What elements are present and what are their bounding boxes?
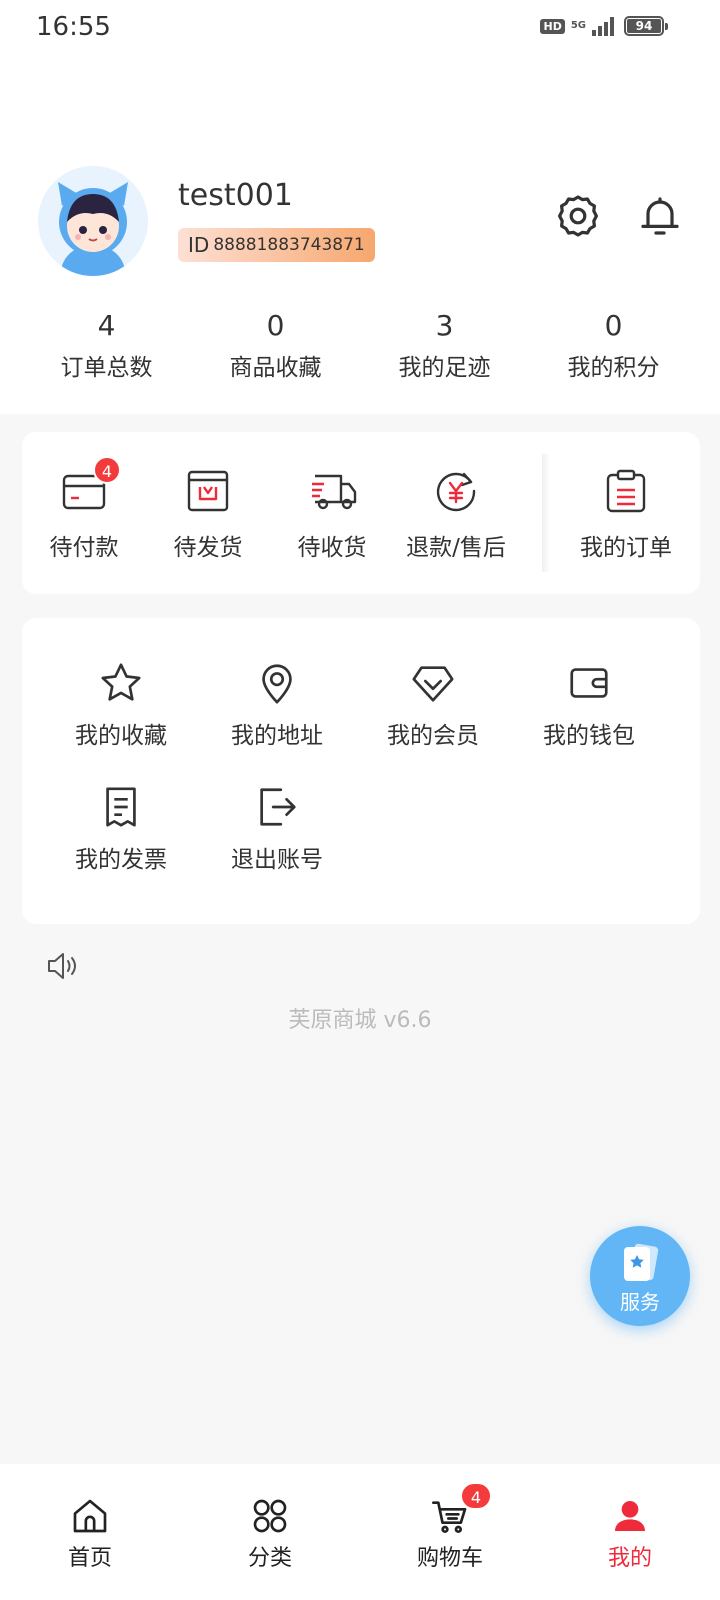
network-type: 5G [570, 20, 586, 31]
tab-label: 首页 [67, 1546, 112, 1571]
stat-value: 4 [97, 309, 116, 342]
location-pin-icon [254, 660, 300, 706]
status-bar: 16:55 HD 5G 94 [0, 0, 720, 56]
tool-wallet[interactable]: 我的钱包 [510, 660, 668, 750]
stat-points[interactable]: 0 我的积分 [529, 306, 698, 396]
wallet-card-icon: 4 [61, 456, 121, 514]
status-icons: HD 5G 94 [540, 16, 668, 36]
diamond-icon [410, 660, 456, 706]
tab-label: 分类 [247, 1546, 292, 1571]
cart-badge: 4 [460, 1482, 492, 1510]
order-label: 待付款 [49, 535, 119, 561]
tools-card: 我的收藏 我的地址 我的会员 我的钱包 我的发票 退出账号 [22, 618, 700, 924]
wallet-icon [566, 660, 612, 706]
tool-label: 我的收藏 [75, 723, 167, 749]
tab-label: 我的 [607, 1546, 652, 1571]
divider [542, 454, 550, 572]
tab-mine[interactable]: 我的 [540, 1464, 720, 1600]
battery-icon: 94 [624, 16, 668, 36]
user-id-badge: ID 88881883743871 [178, 228, 375, 262]
service-label: 服务 [620, 1290, 660, 1314]
stat-label: 我的积分 [567, 355, 660, 381]
stat-value: 3 [435, 309, 454, 342]
delivery-truck-icon [309, 468, 357, 514]
id-value: 88881883743871 [213, 235, 365, 255]
cart-icon: 4 [430, 1482, 492, 1536]
tool-logout[interactable]: 退出账号 [198, 784, 356, 874]
order-badge: 4 [93, 456, 121, 484]
stat-order-total[interactable]: 4 订单总数 [22, 306, 191, 396]
service-button[interactable]: 服务 [590, 1226, 690, 1326]
battery-text: 94 [635, 19, 653, 33]
tool-address[interactable]: 我的地址 [198, 660, 356, 750]
order-label: 退款/售后 [406, 535, 506, 561]
avatar-cat-hood-icon[interactable] [38, 166, 148, 276]
gear-icon[interactable] [554, 192, 602, 240]
bottom-tab-bar: 首页 分类 4 购物车 我的 [0, 1464, 720, 1600]
package-box-icon [185, 468, 231, 514]
order-pending-receipt[interactable]: 待收货 [270, 468, 394, 562]
stat-label: 我的足迹 [398, 355, 491, 381]
tab-cart[interactable]: 4 购物车 [360, 1464, 540, 1600]
stat-value: 0 [266, 309, 285, 342]
hd-badge: HD [540, 18, 565, 34]
tool-label: 我的发票 [75, 847, 167, 873]
service-card-star-icon [620, 1242, 660, 1284]
username: test001 [178, 178, 293, 213]
tool-label: 我的会员 [387, 723, 479, 749]
profile-header: test001 ID 88881883743871 4 订单总数 0 商品收藏 … [0, 56, 720, 414]
user-icon [610, 1496, 650, 1536]
tab-label: 购物车 [416, 1546, 483, 1571]
speaker-icon[interactable] [46, 950, 82, 982]
id-label: ID [188, 233, 210, 257]
tool-favorites[interactable]: 我的收藏 [42, 660, 200, 750]
stat-value: 0 [604, 309, 623, 342]
tool-membership[interactable]: 我的会员 [354, 660, 512, 750]
stat-product-favorites[interactable]: 0 商品收藏 [191, 306, 360, 396]
order-label: 待发货 [173, 535, 243, 561]
signal-icon [592, 17, 614, 36]
tool-label: 我的地址 [231, 723, 323, 749]
grid-icon [250, 1496, 290, 1536]
order-label: 待收货 [297, 535, 367, 561]
bell-icon[interactable] [636, 192, 684, 240]
tab-category[interactable]: 分类 [180, 1464, 360, 1600]
app-version: 芙原商城 v6.6 [288, 1008, 432, 1033]
stat-label: 订单总数 [60, 355, 153, 381]
refund-yen-icon [433, 468, 479, 514]
logout-icon [254, 784, 300, 830]
tool-invoice[interactable]: 我的发票 [42, 784, 200, 874]
stats-row: 4 订单总数 0 商品收藏 3 我的足迹 0 我的积分 [22, 306, 698, 396]
star-icon [98, 660, 144, 706]
stat-footprints[interactable]: 3 我的足迹 [360, 306, 529, 396]
clipboard-icon [603, 468, 649, 514]
home-icon [70, 1496, 110, 1536]
order-label: 我的订单 [580, 535, 672, 561]
order-refund-aftersale[interactable]: 退款/售后 [394, 468, 518, 562]
order-pending-shipment[interactable]: 待发货 [146, 468, 270, 562]
status-time: 16:55 [36, 12, 111, 42]
tool-label: 我的钱包 [543, 723, 635, 749]
orders-card: 4 待付款 待发货 待收货 退款/售后 我的订单 [22, 432, 700, 594]
tab-home[interactable]: 首页 [0, 1464, 180, 1600]
order-pending-payment[interactable]: 4 待付款 [22, 456, 146, 562]
stat-label: 商品收藏 [229, 355, 322, 381]
order-all-orders[interactable]: 我的订单 [552, 468, 700, 562]
receipt-icon [98, 784, 144, 830]
tool-label: 退出账号 [231, 847, 323, 873]
